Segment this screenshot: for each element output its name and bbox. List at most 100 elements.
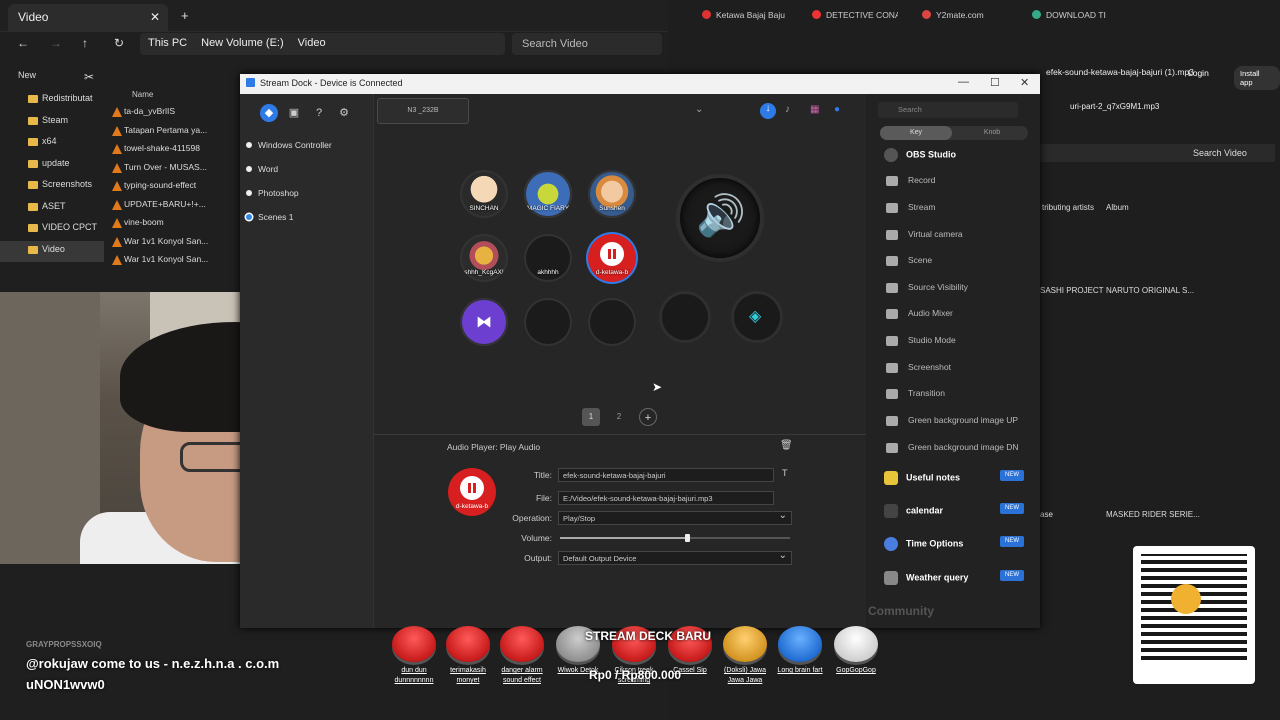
action-green-up[interactable]: Green background image UP bbox=[886, 415, 1018, 426]
action-studio-mode[interactable]: Studio Mode bbox=[886, 335, 956, 346]
file-item[interactable]: towel-shake-411598 bbox=[104, 141, 240, 160]
category-weather[interactable]: Weather query bbox=[874, 571, 968, 585]
download-icon[interactable]: ↓ bbox=[760, 103, 776, 119]
new-button[interactable]: New bbox=[18, 70, 36, 80]
download-item[interactable]: uri-part-2_q7xG9M1.mp3 bbox=[1070, 102, 1159, 111]
search-input[interactable]: Search Video bbox=[1040, 144, 1275, 162]
action-source-visibility[interactable]: Source Visibility bbox=[886, 282, 968, 293]
file-field[interactable]: E:/Video/efek-sound-ketawa-bajaj-bajuri.… bbox=[558, 491, 774, 505]
user-icon[interactable]: ● bbox=[834, 104, 840, 115]
close-icon[interactable]: ✕ bbox=[1020, 76, 1029, 89]
category-time-options[interactable]: Time Options bbox=[874, 537, 963, 551]
knob-tab[interactable]: Knob bbox=[956, 126, 1028, 140]
output-select[interactable]: Default Output Device bbox=[558, 550, 792, 565]
sidebar-item[interactable]: ASET bbox=[0, 198, 104, 220]
up-icon[interactable]: ↑ bbox=[82, 36, 88, 50]
action-transition[interactable]: Transition bbox=[886, 388, 945, 399]
file-item[interactable]: vine-boom bbox=[104, 215, 240, 234]
search-input[interactable]: Search Video bbox=[512, 33, 662, 55]
key-7[interactable]: ⧓ bbox=[460, 298, 508, 346]
community-label[interactable]: Community bbox=[868, 604, 934, 618]
install-app-button[interactable]: Install app bbox=[1234, 66, 1280, 90]
volume-slider[interactable] bbox=[560, 534, 790, 542]
volume-handle[interactable] bbox=[684, 534, 690, 542]
key-tab[interactable]: Key bbox=[880, 126, 952, 140]
minimize-icon[interactable]: — bbox=[958, 76, 969, 88]
key-knob-toggle[interactable]: Key Knob bbox=[880, 126, 1028, 140]
sidebar-item[interactable]: Video bbox=[0, 240, 104, 262]
tab-download[interactable]: DOWNLOAD TI bbox=[1028, 4, 1118, 26]
file-item[interactable]: typing-sound-effect bbox=[104, 178, 240, 197]
operation-select[interactable]: Play/Stop bbox=[558, 510, 792, 525]
profile-item[interactable]: Word bbox=[246, 164, 278, 174]
key-8[interactable] bbox=[524, 298, 572, 346]
download-item[interactable]: efek-sound-ketawa-bajaj-bajuri (1).mp3 bbox=[1046, 67, 1194, 77]
category-useful-notes[interactable]: Useful notes bbox=[874, 471, 960, 485]
device-selector[interactable]: N3 _232B bbox=[377, 98, 469, 124]
file-item[interactable]: War 1v1 Konyol San... bbox=[104, 252, 240, 271]
action-screenshot[interactable]: Screenshot bbox=[886, 362, 951, 373]
sidebar-item[interactable]: Redistributat bbox=[0, 90, 104, 112]
store-icon[interactable]: ◆ bbox=[260, 104, 278, 122]
sidebar-item[interactable]: Screenshots bbox=[0, 176, 104, 198]
page-2-button[interactable]: 2 bbox=[610, 408, 628, 426]
breadcrumb-volume[interactable]: New Volume (E:) bbox=[201, 37, 284, 49]
key-2[interactable]: MAGIC FIARY bbox=[524, 170, 572, 218]
title-field[interactable]: efek-sound-ketawa-bajaj-bajuri bbox=[558, 468, 774, 482]
file-item[interactable]: War 1v1 Konyol San... bbox=[104, 234, 240, 253]
action-audio-mixer[interactable]: Audio Mixer bbox=[886, 308, 953, 319]
key-5[interactable]: akhhhh bbox=[524, 234, 572, 282]
page-1-button[interactable]: 1 bbox=[582, 408, 600, 426]
help-icon[interactable]: ? bbox=[310, 104, 328, 122]
sidebar-item[interactable]: VIDEO CPCT bbox=[0, 219, 104, 241]
sidebar-item[interactable]: update bbox=[0, 155, 104, 177]
login-button[interactable]: Login bbox=[1188, 68, 1209, 78]
key-3[interactable]: Sunshen bbox=[588, 170, 636, 218]
key-6[interactable]: d-ketawa-b bbox=[588, 234, 636, 282]
add-tab-icon[interactable]: + bbox=[181, 8, 189, 23]
action-stream[interactable]: Stream bbox=[886, 202, 935, 213]
text-format-icon[interactable]: T bbox=[782, 468, 788, 478]
column-header-name[interactable]: Name bbox=[104, 90, 240, 104]
library-search[interactable]: Search bbox=[878, 102, 1018, 118]
tab-youtube[interactable]: Ketawa Bajaj Baju bbox=[698, 4, 788, 26]
file-item[interactable]: Turn Over - MUSAS... bbox=[104, 160, 240, 179]
tab-detective[interactable]: DETECTIVE CONA bbox=[808, 4, 898, 26]
device-icon[interactable]: ▣ bbox=[285, 104, 303, 122]
trash-icon[interactable]: 🗑 bbox=[780, 440, 793, 451]
action-virtual-camera[interactable]: Virtual camera bbox=[886, 229, 963, 240]
cut-icon[interactable]: ✂ bbox=[84, 70, 94, 84]
profile-item[interactable]: Scenes 1 bbox=[246, 212, 293, 222]
action-record[interactable]: Record bbox=[886, 175, 935, 186]
sidebar-item[interactable]: x64 bbox=[0, 133, 104, 155]
close-icon[interactable]: ✕ bbox=[150, 10, 160, 24]
add-page-button[interactable]: + bbox=[639, 408, 657, 426]
sidebar-item[interactable]: Steam bbox=[0, 112, 104, 134]
settings-icon[interactable]: ⚙ bbox=[335, 104, 353, 122]
profile-item[interactable]: Photoshop bbox=[246, 188, 299, 198]
file-item[interactable]: UPDATE+BARU+!+... bbox=[104, 197, 240, 216]
chevron-down-icon[interactable]: ⌄ bbox=[695, 104, 703, 115]
tab-y2mate[interactable]: Y2mate.com bbox=[918, 4, 1008, 26]
breadcrumb-video[interactable]: Video bbox=[298, 37, 326, 49]
apps-icon[interactable]: ▦ bbox=[810, 104, 819, 115]
back-icon[interactable]: ← bbox=[17, 36, 29, 50]
bell-icon[interactable]: ♪ bbox=[785, 104, 790, 115]
file-item[interactable]: Tatapan Pertama ya... bbox=[104, 123, 240, 142]
key-1[interactable]: SINCHAN bbox=[460, 170, 508, 218]
action-preview[interactable]: d-ketawa-b bbox=[448, 468, 496, 516]
file-item[interactable]: ta-da_yvBrlIS bbox=[104, 104, 240, 123]
key-9[interactable] bbox=[588, 298, 636, 346]
forward-icon[interactable]: → bbox=[50, 36, 62, 50]
key-4[interactable]: shhh_KcgAX! bbox=[460, 234, 508, 282]
volume-knob[interactable]: 🔊 bbox=[680, 178, 760, 258]
obs-section[interactable]: OBS Studio bbox=[874, 148, 956, 162]
refresh-icon[interactable]: ↻ bbox=[114, 36, 124, 50]
knob-3[interactable]: ◈ bbox=[734, 294, 780, 340]
action-green-dn[interactable]: Green background image DN bbox=[886, 442, 1019, 453]
maximize-icon[interactable]: ☐ bbox=[990, 76, 1000, 89]
knob-2[interactable] bbox=[662, 294, 708, 340]
address-bar[interactable]: This PC New Volume (E:) Video bbox=[140, 33, 505, 55]
profile-item[interactable]: Windows Controller bbox=[246, 140, 332, 150]
action-scene[interactable]: Scene bbox=[886, 255, 932, 266]
